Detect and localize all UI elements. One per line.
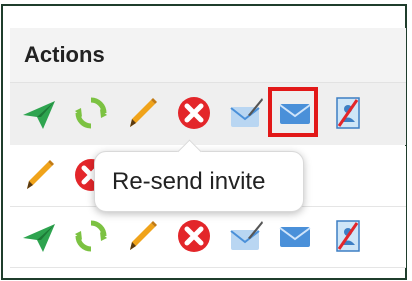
edit-pencil-icon[interactable] <box>21 157 57 193</box>
revoke-document-icon[interactable] <box>330 218 366 254</box>
send-icon[interactable] <box>21 218 57 254</box>
mail-envelope-icon[interactable] <box>277 218 313 254</box>
tooltip-text: Re-send invite <box>112 168 266 195</box>
edit-pencil-icon[interactable] <box>124 95 160 131</box>
tooltip: Re-send invite <box>94 139 304 212</box>
delete-icon[interactable] <box>176 95 212 131</box>
edit-pencil-icon[interactable] <box>124 218 160 254</box>
actions-column-header: Actions <box>24 42 105 67</box>
refresh-icon[interactable] <box>73 218 109 254</box>
send-icon[interactable] <box>21 95 57 131</box>
refresh-icon[interactable] <box>73 95 109 131</box>
signed-envelope-icon[interactable] <box>228 218 264 254</box>
table-header: Actions <box>10 28 406 83</box>
revoke-document-icon[interactable] <box>330 95 366 131</box>
signed-envelope-icon[interactable] <box>228 95 264 131</box>
mail-envelope-icon[interactable] <box>277 95 313 131</box>
table-row <box>10 83 406 145</box>
delete-icon[interactable] <box>176 218 212 254</box>
table-row <box>10 206 406 268</box>
